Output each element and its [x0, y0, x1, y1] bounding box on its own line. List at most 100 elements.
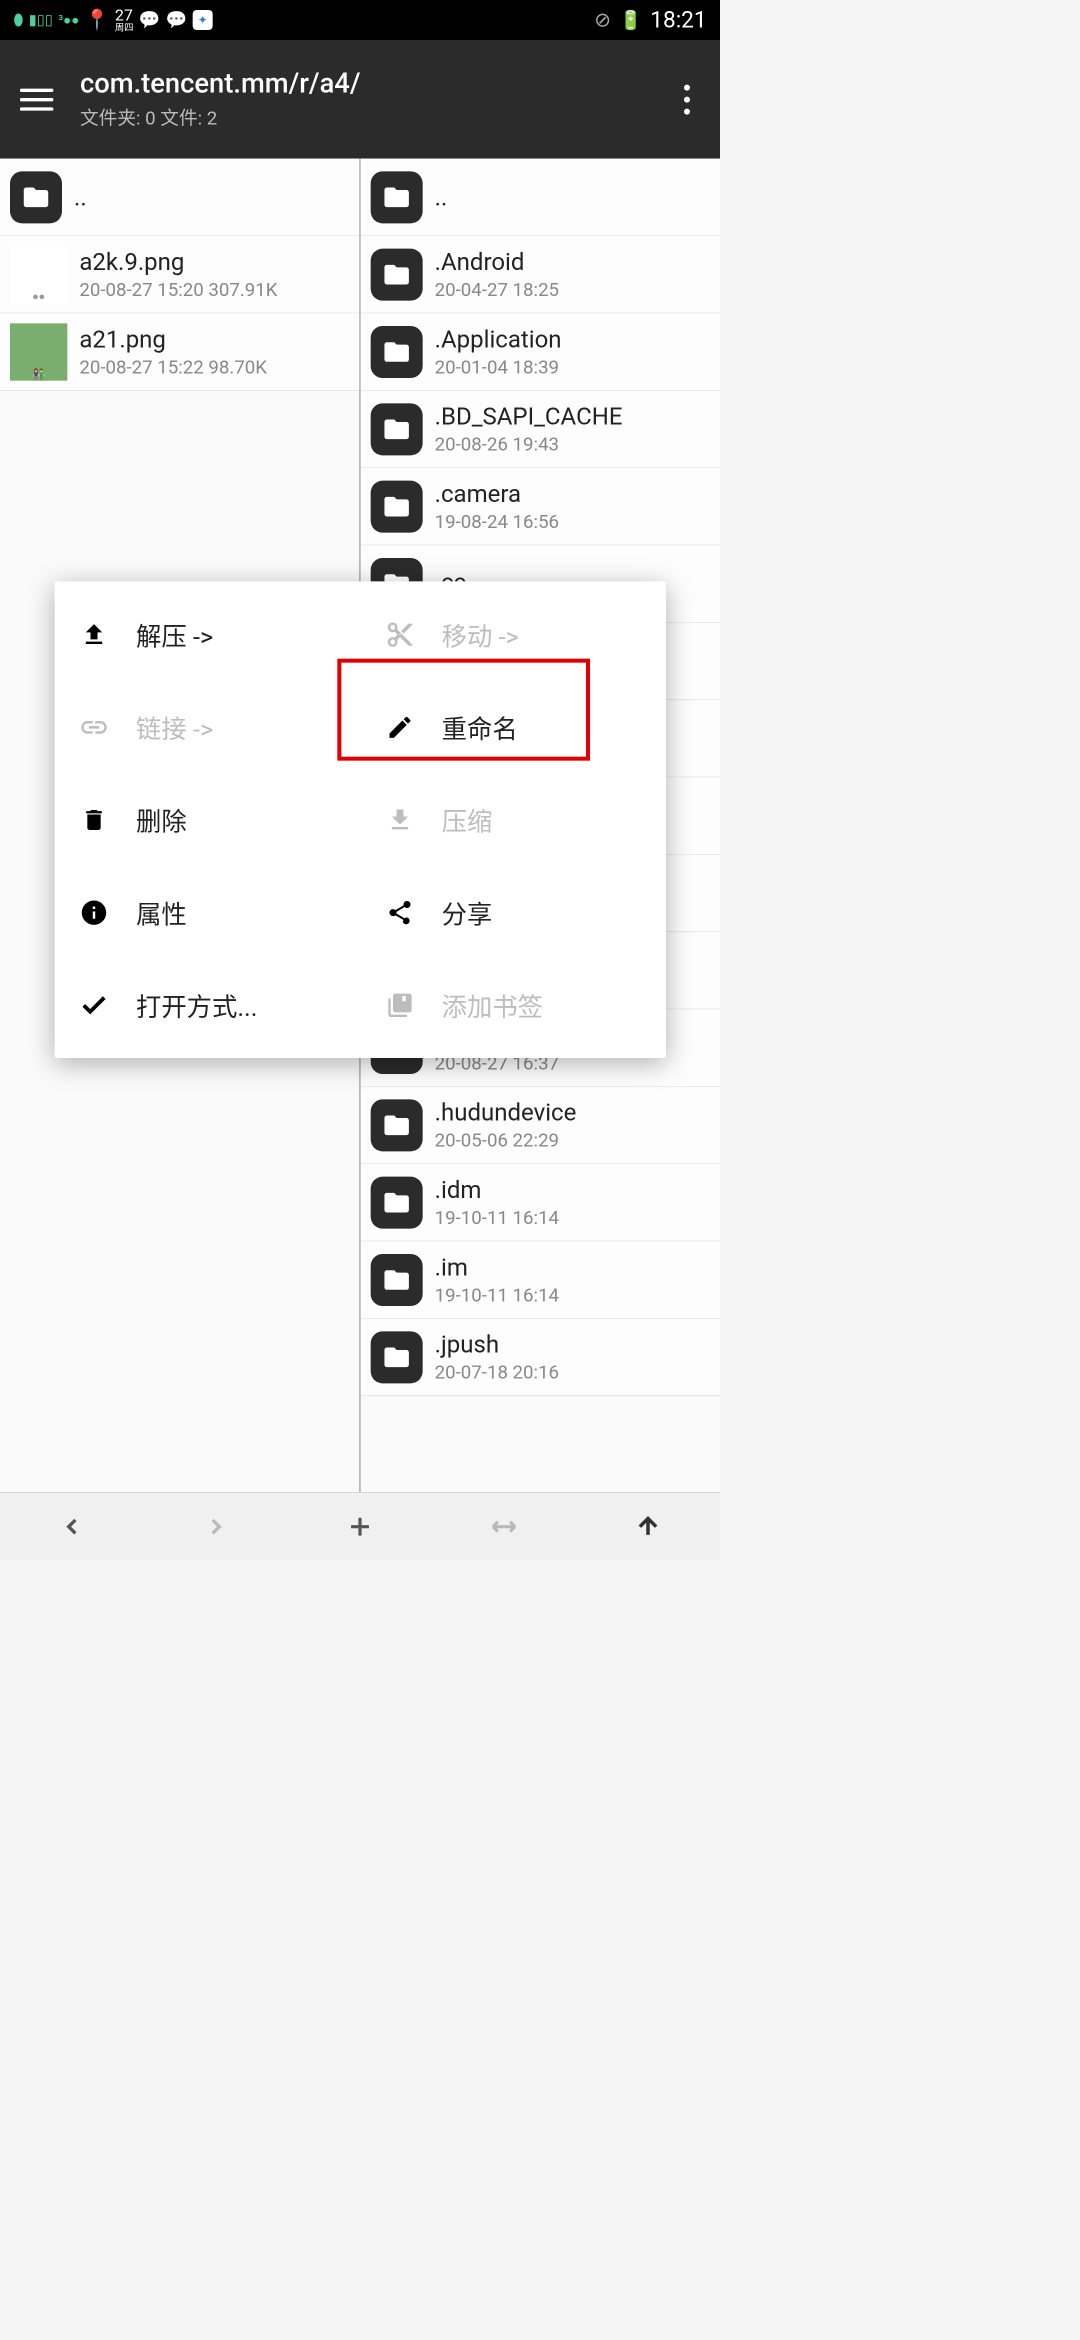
dnd-icon: ⊘ — [594, 8, 611, 31]
hamburger-menu-button[interactable] — [13, 82, 60, 117]
folder-stats: 文件夹: 0 文件: 2 — [80, 104, 667, 131]
folder-icon — [371, 326, 423, 378]
folder-meta: 20-07-18 20:16 — [435, 1361, 710, 1383]
trash-icon — [77, 803, 110, 836]
folder-meta: 19-08-24 16:56 — [435, 511, 710, 533]
file-thumbnail: 👫 — [10, 323, 67, 380]
battery-icon: ⬮ — [13, 11, 23, 30]
folder-meta: 20-05-06 22:29 — [435, 1129, 710, 1151]
link-icon — [77, 710, 110, 743]
check-icon — [77, 988, 110, 1021]
bookmark-icon — [383, 988, 416, 1021]
parent-dir-label: .. — [435, 183, 710, 211]
add-button[interactable] — [340, 1506, 380, 1546]
folder-meta: 20-08-26 19:43 — [435, 433, 710, 455]
menu-label: 添加书签 — [442, 987, 543, 1024]
folder-name: .im — [435, 1253, 710, 1281]
file-name: a2k.9.png — [79, 248, 349, 276]
info-icon — [77, 896, 110, 929]
folder-row[interactable]: .Android 20-04-27 18:25 — [361, 236, 720, 313]
folder-row[interactable]: .Application 20-01-04 18:39 — [361, 313, 720, 390]
clock: 18:21 — [650, 7, 706, 34]
folder-row[interactable]: .BD_SAPI_CACHE 20-08-26 19:43 — [361, 391, 720, 468]
menu-bookmark[interactable]: 添加书签 — [360, 959, 666, 1052]
download-icon — [383, 803, 416, 836]
battery-icon-right: 🔋 — [619, 9, 642, 31]
folder-name: .Application — [435, 325, 710, 353]
calendar-widget: 27 周四 — [115, 7, 134, 32]
signal-icon: ▮▯▯ — [29, 12, 53, 29]
folder-name: .Android — [435, 248, 710, 276]
context-menu: 解压 -> 移动 -> 链接 -> 重命名 删除 压缩 属性 — [55, 581, 666, 1058]
back-button[interactable] — [52, 1506, 92, 1546]
status-right: ⊘ 🔋 18:21 — [594, 7, 706, 34]
folder-name: .BD_SAPI_CACHE — [435, 403, 710, 431]
folder-row[interactable]: .hudundevice 20-05-06 22:29 — [361, 1087, 720, 1164]
folder-icon — [371, 248, 423, 300]
folder-name: .jpush — [435, 1331, 710, 1359]
menu-label: 压缩 — [442, 801, 493, 838]
up-button[interactable] — [628, 1506, 668, 1546]
forward-button[interactable] — [196, 1506, 236, 1546]
menu-label: 属性 — [136, 894, 187, 931]
folder-row[interactable]: .camera 19-08-24 16:56 — [361, 468, 720, 545]
file-row[interactable]: 👫 a21.png 20-08-27 15:22 98.70K — [0, 313, 359, 390]
menu-move[interactable]: 移动 -> — [360, 588, 666, 681]
folder-icon — [371, 1254, 423, 1306]
network-icon: ³●● — [58, 12, 79, 29]
folder-icon — [371, 171, 423, 223]
menu-label: 打开方式... — [136, 987, 257, 1024]
status-left: ⬮ ▮▯▯ ³●● 📍 27 周四 💬 💬 ✦ — [13, 7, 212, 32]
share-icon — [383, 896, 416, 929]
folder-meta: 19-10-11 16:14 — [435, 1207, 710, 1229]
folder-meta: 19-10-11 16:14 — [435, 1284, 710, 1306]
menu-share[interactable]: 分享 — [360, 866, 666, 959]
pencil-icon — [383, 710, 416, 743]
folder-icon — [371, 403, 423, 455]
folder-row[interactable]: .im 19-10-11 16:14 — [361, 1241, 720, 1318]
folder-meta: 20-04-27 18:25 — [435, 279, 710, 301]
app-header: com.tencent.mm/r/a4/ 文件夹: 0 文件: 2 — [0, 40, 720, 159]
file-meta: 20-08-27 15:22 98.70K — [79, 356, 349, 378]
menu-extract[interactable]: 解压 -> — [55, 588, 361, 681]
bottom-nav — [0, 1492, 720, 1560]
menu-label: 移动 -> — [442, 616, 519, 653]
file-name: a21.png — [79, 325, 349, 353]
wechat-icon: 💬 — [139, 10, 161, 30]
file-row[interactable]: ●● a2k.9.png 20-08-27 15:20 307.91K — [0, 236, 359, 313]
folder-name: .camera — [435, 480, 710, 508]
menu-link[interactable]: 链接 -> — [55, 681, 361, 774]
folder-meta: 20-01-04 18:39 — [435, 356, 710, 378]
app-icon: ✦ — [193, 10, 213, 30]
menu-label: 链接 -> — [136, 709, 213, 746]
status-bar: ⬮ ▮▯▯ ³●● 📍 27 周四 💬 💬 ✦ ⊘ 🔋 18:21 — [0, 0, 720, 40]
folder-name: .hudundevice — [435, 1099, 710, 1127]
swap-button[interactable] — [484, 1506, 524, 1546]
upload-icon — [77, 618, 110, 651]
header-title: com.tencent.mm/r/a4/ 文件夹: 0 文件: 2 — [60, 68, 667, 131]
menu-rename[interactable]: 重命名 — [360, 681, 666, 774]
location-icon: 📍 — [85, 8, 110, 31]
menu-label: 重命名 — [442, 709, 518, 746]
menu-properties[interactable]: 属性 — [55, 866, 361, 959]
folder-row[interactable]: .idm 19-10-11 16:14 — [361, 1164, 720, 1241]
menu-compress[interactable]: 压缩 — [360, 773, 666, 866]
menu-label: 解压 -> — [136, 616, 213, 653]
folder-icon — [371, 1099, 423, 1151]
menu-label: 分享 — [442, 894, 493, 931]
file-thumbnail: ●● — [10, 246, 67, 303]
wechat-icon-2: 💬 — [166, 10, 188, 30]
menu-label: 删除 — [136, 801, 187, 838]
folder-name: .idm — [435, 1176, 710, 1204]
path-text: com.tencent.mm/r/a4/ — [80, 68, 667, 100]
folder-icon — [371, 1331, 423, 1383]
scissors-icon — [383, 618, 416, 651]
parent-dir-row[interactable]: .. — [361, 159, 720, 236]
more-options-button[interactable] — [667, 79, 707, 119]
menu-delete[interactable]: 删除 — [55, 773, 361, 866]
parent-dir-label: .. — [74, 183, 349, 211]
folder-row[interactable]: .jpush 20-07-18 20:16 — [361, 1319, 720, 1396]
file-meta: 20-08-27 15:20 307.91K — [79, 279, 349, 301]
parent-dir-row[interactable]: .. — [0, 159, 359, 236]
menu-open-with[interactable]: 打开方式... — [55, 959, 361, 1052]
